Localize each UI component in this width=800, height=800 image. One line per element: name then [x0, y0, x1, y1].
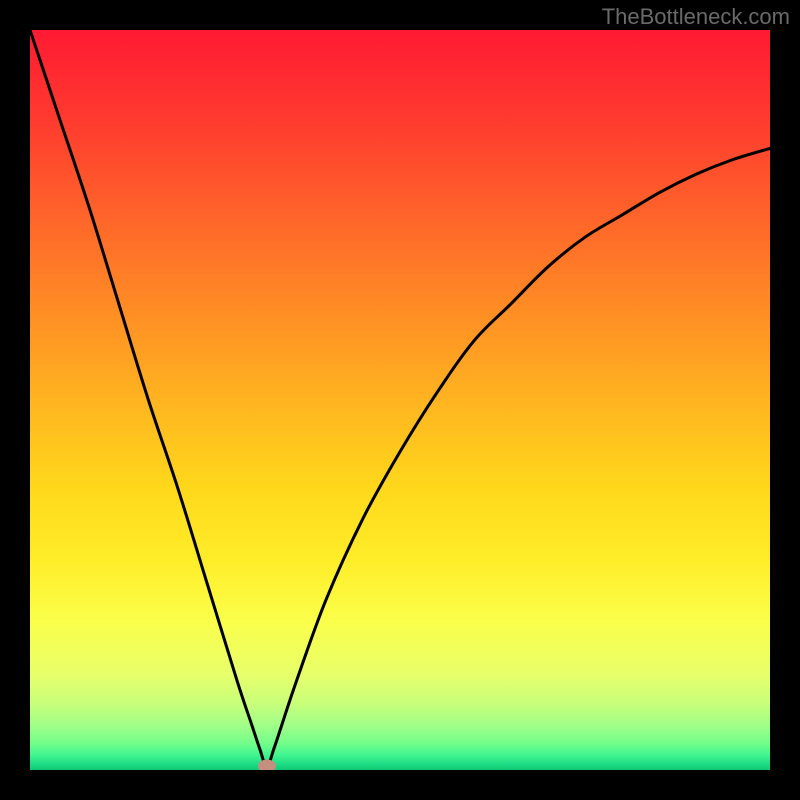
watermark-text: TheBottleneck.com [602, 4, 790, 30]
bottleneck-curve [30, 30, 770, 770]
chart-frame: TheBottleneck.com [0, 0, 800, 800]
optimum-marker [258, 760, 276, 770]
plot-area [30, 30, 770, 770]
